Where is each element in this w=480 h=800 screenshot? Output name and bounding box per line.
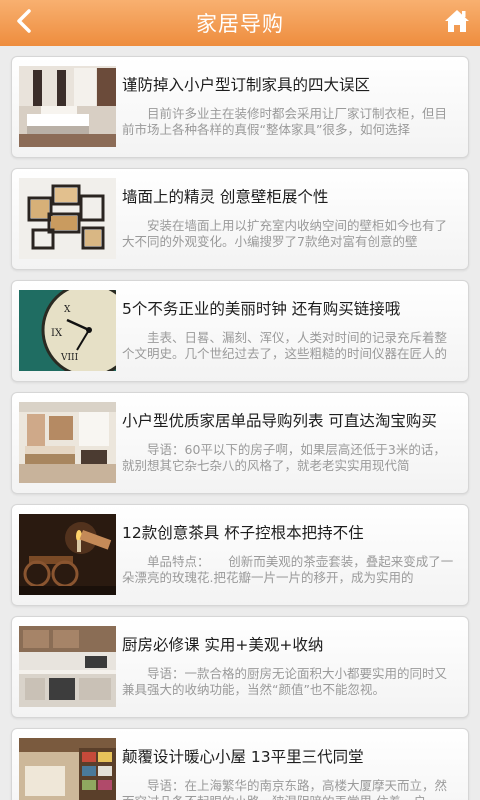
svg-text:VIII: VIII xyxy=(60,353,79,363)
article-card[interactable]: 谨防掉入小户型订制家具的四大误区 目前许多业主在装修时都会采用让厂家订制衣柜，但… xyxy=(11,56,469,158)
article-summary: 圭表、日晷、漏刻、浑仪，人类对时间的记录充斥着整个文明史。几个世纪过去了，这些粗… xyxy=(122,330,448,361)
article-thumbnail xyxy=(19,178,116,259)
article-thumbnail: IX X VIII xyxy=(19,290,116,371)
page-title: 家居导购 xyxy=(196,12,284,36)
article-title: 墙面上的精灵 创意壁柜展个性 xyxy=(122,188,329,206)
article-thumbnail xyxy=(19,402,116,483)
article-summary: 安装在墙面上用以扩充室内收纳空间的壁柜如今也有了大不同的外观变化。小编搜罗了7款… xyxy=(122,218,448,249)
article-thumbnail xyxy=(19,66,116,147)
article-list[interactable]: 谨防掉入小户型订制家具的四大误区 目前许多业主在装修时都会采用让厂家订制衣柜，但… xyxy=(0,46,480,800)
article-summary: 目前许多业主在装修时都会采用让厂家订制衣柜，但目前市场上各种各样的真假“整体家具… xyxy=(122,106,448,137)
article-title: 颠覆设计暖心小屋 13平里三代同堂 xyxy=(122,748,364,766)
chevron-left-icon xyxy=(14,8,34,38)
back-button[interactable] xyxy=(8,7,40,39)
home-button[interactable] xyxy=(442,8,472,38)
article-card[interactable]: 厨房必修课 实用+美观+收纳 导语：一款合格的厨房无论面积大小都要实用的同时又兼… xyxy=(11,616,469,718)
article-title: 5个不务正业的美丽时钟 还有购买链接哦 xyxy=(122,300,401,318)
article-title: 12款创意茶具 杯子控根本把持不住 xyxy=(122,524,364,542)
article-summary: 单品特点： 创新而美观的茶壶套装，叠起来变成了一朵漂亮的玫瑰花.把花瓣一片一片的… xyxy=(122,554,454,585)
home-icon xyxy=(444,9,470,37)
article-title: 谨防掉入小户型订制家具的四大误区 xyxy=(122,76,371,94)
top-bar: 家居导购 xyxy=(0,0,480,46)
article-card[interactable]: IX X VIII 5个不务正业的美丽时钟 还有购买链接哦 圭表、日晷、漏刻、浑… xyxy=(11,280,469,382)
article-card[interactable]: 小户型优质家居单品导购列表 可直达淘宝购买 导语：60平以下的房子啊，如果层高还… xyxy=(11,392,469,494)
article-summary: 导语：一款合格的厨房无论面积大小都要实用的同时又兼具强大的收纳功能，当然“颜值”… xyxy=(122,666,448,697)
article-card[interactable]: 墙面上的精灵 创意壁柜展个性 安装在墙面上用以扩充室内收纳空间的壁柜如今也有了大… xyxy=(11,168,469,270)
svg-text:X: X xyxy=(64,305,71,315)
article-title: 小户型优质家居单品导购列表 可直达淘宝购买 xyxy=(122,412,437,430)
article-title: 厨房必修课 实用+美观+收纳 xyxy=(122,636,324,654)
article-thumbnail xyxy=(19,514,116,595)
article-summary: 导语：在上海繁华的南京东路，高楼大厦摩天而立，然而穿过几条不起眼的小路，狭混阴暗… xyxy=(122,778,448,800)
svg-text:IX: IX xyxy=(51,328,63,339)
article-thumbnail xyxy=(19,626,116,707)
article-thumbnail xyxy=(19,738,116,800)
article-summary: 导语：60平以下的房子啊，如果层高还低于3米的话，就别想其它杂七杂八的风格了，就… xyxy=(122,442,446,473)
article-card[interactable]: 12款创意茶具 杯子控根本把持不住 单品特点： 创新而美观的茶壶套装，叠起来变成… xyxy=(11,504,469,606)
article-card[interactable]: 颠覆设计暖心小屋 13平里三代同堂 导语：在上海繁华的南京东路，高楼大厦摩天而立… xyxy=(11,728,469,800)
